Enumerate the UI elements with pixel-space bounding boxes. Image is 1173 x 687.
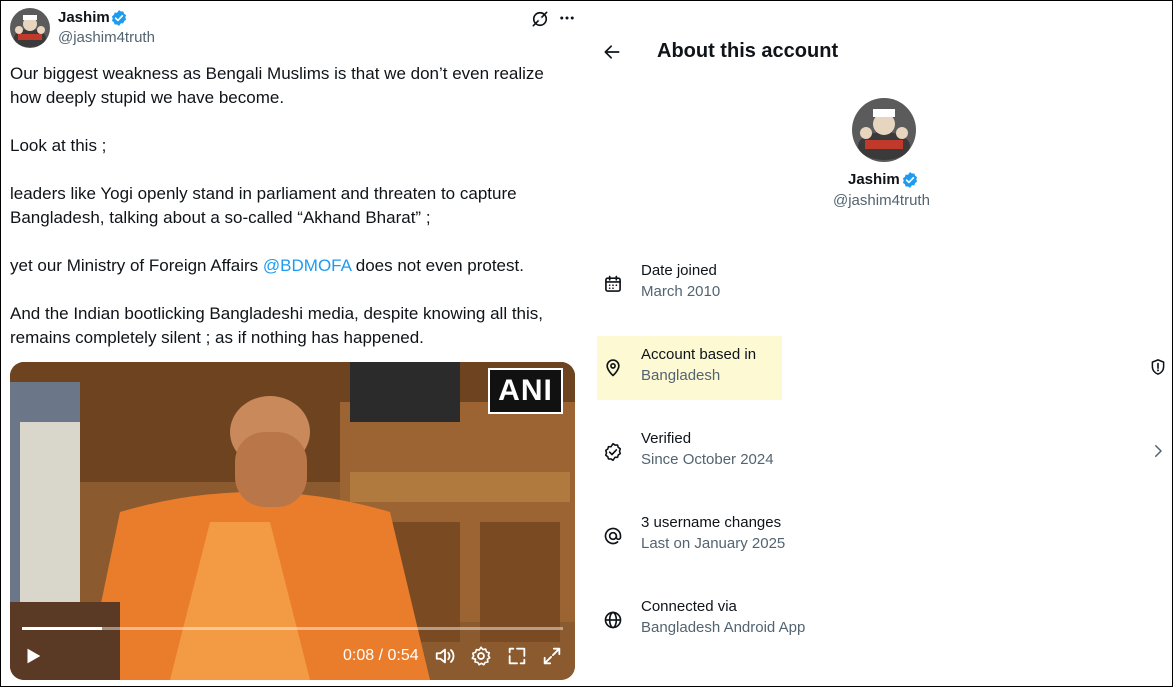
shield-alert-icon[interactable] (1149, 358, 1167, 376)
profile-avatar[interactable] (852, 98, 916, 162)
row-value: Last on January 2025 (641, 535, 786, 552)
tweet-paragraph: And the Indian bootlicking Bangladeshi m… (10, 304, 544, 347)
info-row-verified[interactable]: Verified Since October 2024 (597, 420, 1167, 484)
page-title: About this account (657, 40, 839, 62)
ani-watermark: ANI (488, 368, 563, 414)
video-progress-fill (22, 627, 103, 630)
video-player[interactable]: ANI 0:08 / 0:54 (10, 362, 575, 680)
author-handle[interactable]: @jashim4truth (58, 29, 155, 46)
info-row-connected-via: Connected via Bangladesh Android App (597, 588, 1167, 652)
video-progress-bar[interactable] (22, 627, 563, 630)
video-timecode: 0:08 / 0:54 (343, 647, 419, 664)
at-sign-icon (604, 527, 622, 545)
row-value: Since October 2024 (641, 451, 774, 468)
verified-badge-icon[interactable] (901, 171, 919, 189)
info-row-username-changes: 3 username changes Last on January 2025 (597, 504, 1167, 568)
mofa-prefix-text: yet our Ministry of Foreign Affairs (10, 256, 263, 275)
mofa-suffix-text: does not even protest. (351, 256, 524, 275)
globe-icon (604, 611, 622, 629)
play-icon[interactable] (22, 645, 44, 667)
row-title: 3 username changes (641, 514, 782, 531)
tweet-paragraph: Look at this ; (10, 136, 107, 155)
settings-gear-icon[interactable] (470, 645, 492, 667)
tweet-paragraph: yet our Ministry of Foreign Affairs @BDM… (10, 254, 575, 278)
location-pin-icon (606, 359, 620, 377)
info-row-date-joined: Date joined March 2010 (597, 252, 1167, 316)
mention-link[interactable]: @BDMOFA (263, 256, 351, 275)
calendar-icon (605, 275, 621, 292)
row-value: Bangladesh (641, 367, 721, 384)
picture-in-picture-icon[interactable] (506, 645, 528, 667)
author-avatar[interactable] (10, 8, 50, 48)
row-title: Connected via (641, 598, 737, 615)
row-title: Account based in (641, 346, 757, 363)
profile-handle: @jashim4truth (833, 192, 930, 209)
tweet-paragraph: leaders like Yogi openly stand in parlia… (10, 184, 517, 227)
verified-badge-icon[interactable] (110, 9, 128, 27)
volume-icon[interactable] (434, 645, 456, 667)
verified-check-icon (604, 442, 622, 462)
grok-icon[interactable] (530, 9, 550, 29)
chevron-right-icon[interactable] (1149, 442, 1167, 460)
row-title: Date joined (641, 262, 717, 279)
row-value: Bangladesh Android App (641, 619, 806, 636)
tweet-paragraph: Our biggest weakness as Bengali Muslims … (10, 64, 544, 107)
back-arrow-icon[interactable] (602, 42, 622, 62)
row-title: Verified (641, 430, 692, 447)
profile-name: Jashim (848, 171, 900, 188)
author-name[interactable]: Jashim (58, 9, 110, 26)
row-value: March 2010 (641, 283, 721, 300)
fullscreen-icon[interactable] (541, 645, 563, 667)
tweet-text: Our biggest weakness as Bengali Muslims … (10, 62, 575, 374)
more-options-icon[interactable] (558, 9, 576, 27)
info-row-account-based-in: Account based in Bangladesh (597, 336, 1167, 400)
